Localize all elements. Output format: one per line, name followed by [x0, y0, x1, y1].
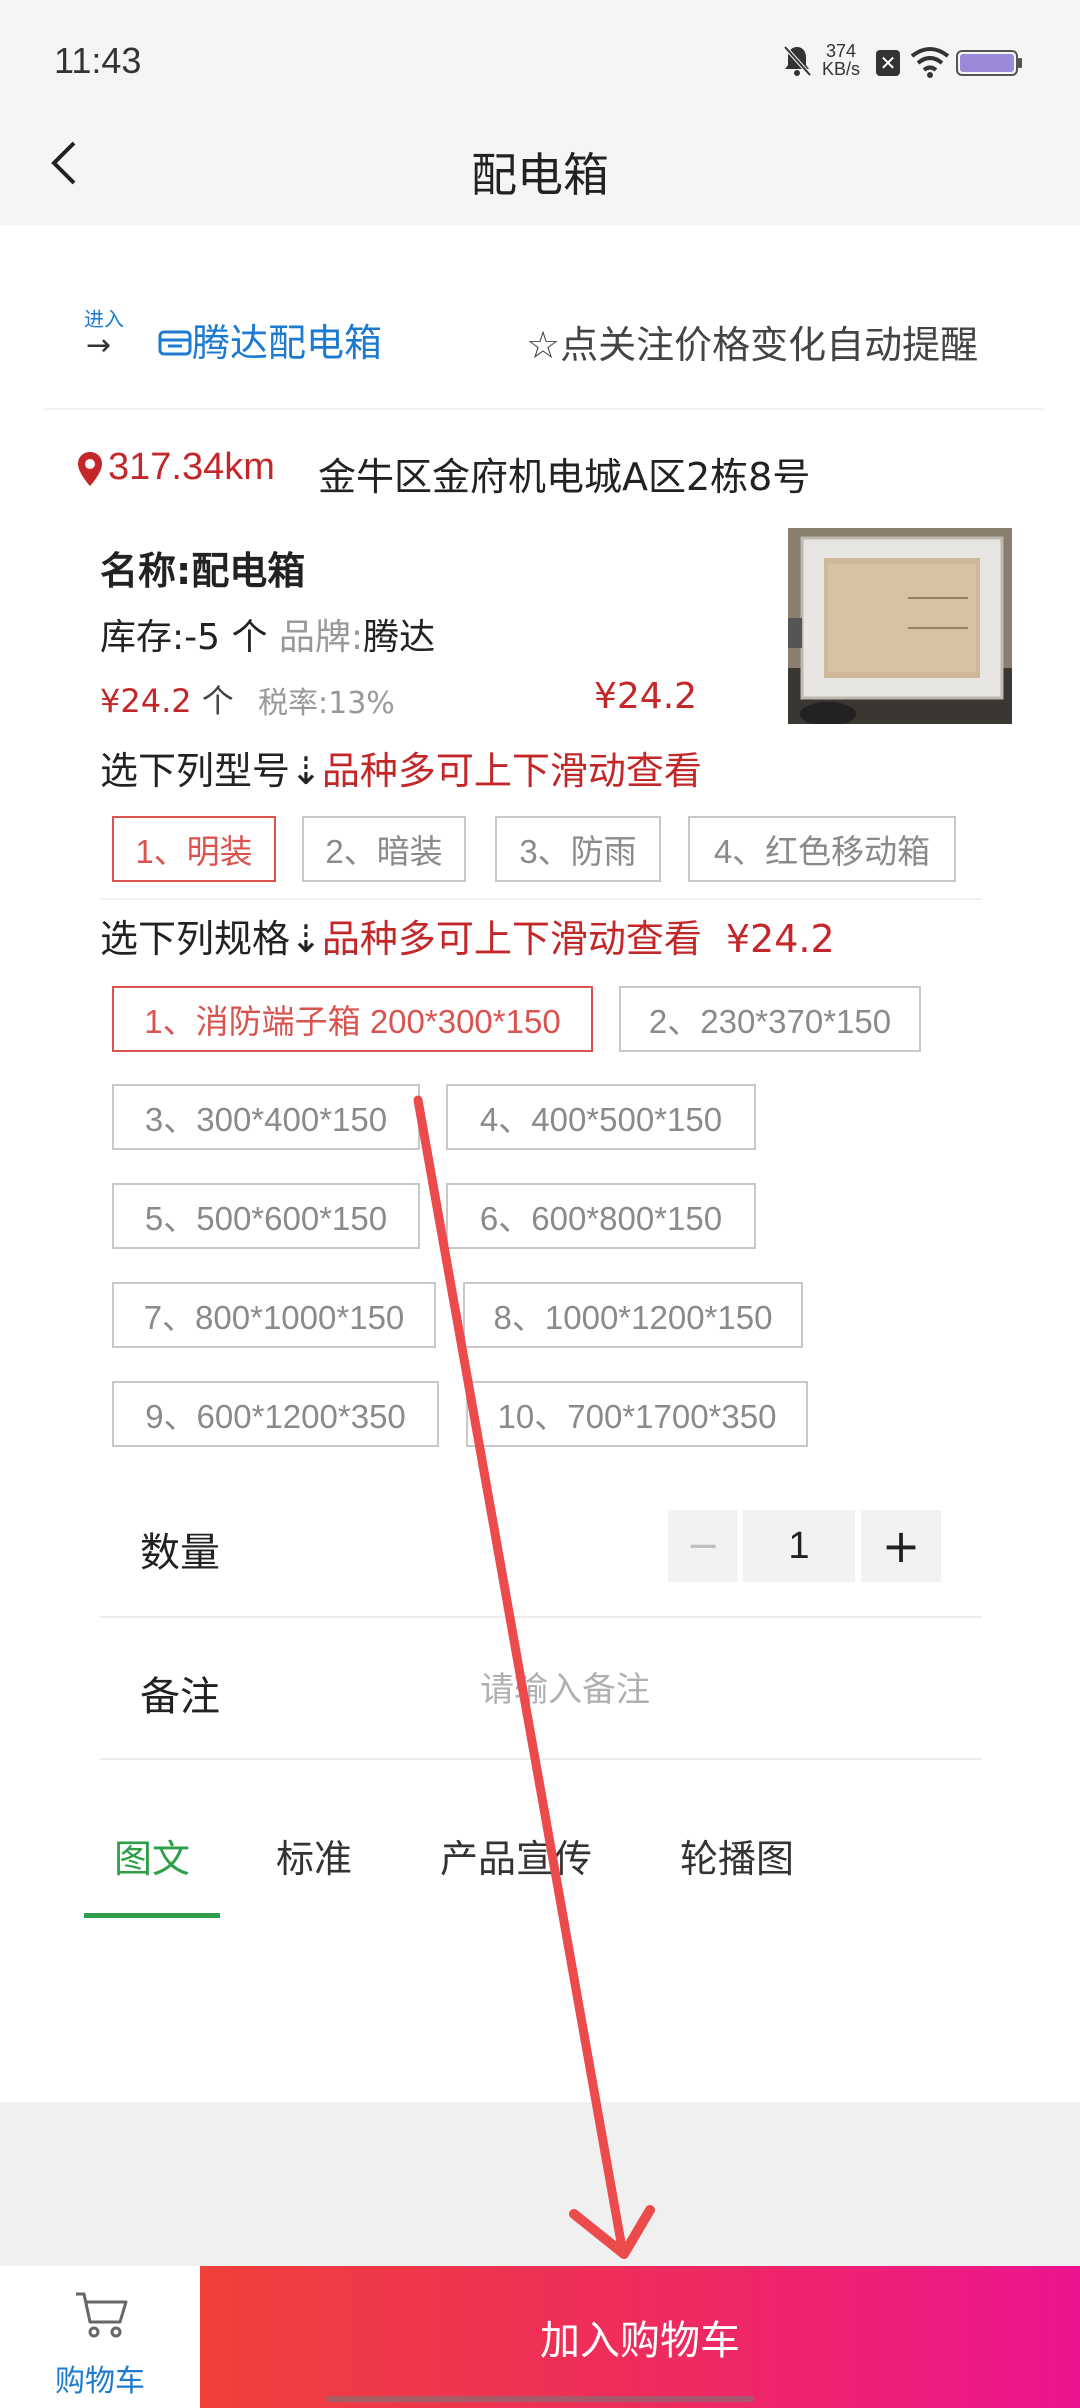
net-speed: 374 KB/s [822, 42, 860, 78]
quantity-value[interactable]: 1 [743, 1510, 855, 1582]
product-tax: 税率:13% [258, 686, 395, 721]
wifi-icon [910, 46, 950, 78]
spec-option-10[interactable]: 10、700*1700*350 [466, 1381, 808, 1447]
status-bar: 11:43 374 KB/s ✕ [0, 0, 1080, 125]
model-option-2[interactable]: 2、暗装 [302, 816, 466, 882]
spec-section-title: 选下列规格⇣品种多可上下滑动查看 ¥24.2 [100, 908, 835, 963]
spec-option-1[interactable]: 1、消防端子箱 200*300*150 [112, 986, 593, 1052]
cart-label: 购物车 [55, 2364, 145, 2399]
nav-bar: 配电箱 [0, 125, 1080, 225]
spec-option-2[interactable]: 2、230*370*150 [619, 986, 921, 1052]
model-option-3[interactable]: 3、防雨 [495, 816, 661, 882]
bottom-bar: 购物车 加入购物车 [0, 2266, 1080, 2408]
tab-standard[interactable]: 标准 [276, 1828, 352, 1883]
spec-title: 选下列规格⇣ [100, 917, 322, 961]
divider [44, 408, 1044, 410]
quantity-label: 数量 [140, 1530, 220, 1576]
spec-price: ¥24.2 [725, 917, 835, 961]
spec-option-5[interactable]: 5、500*600*150 [112, 1183, 420, 1249]
product-stock-line: 库存:-5 个 品牌:腾达 [100, 608, 435, 660]
product-stock: 库存:-5 个 [100, 617, 268, 658]
add-to-cart-button[interactable]: 加入购物车 [200, 2266, 1080, 2408]
close-notification-icon: ✕ [876, 50, 900, 76]
divider [100, 898, 982, 900]
model-option-4[interactable]: 4、红色移动箱 [688, 816, 956, 882]
status-time: 11:43 [54, 40, 142, 81]
active-tab-indicator [84, 1913, 220, 1918]
product-price: ¥24.2 [100, 682, 192, 720]
follow-price-alert[interactable]: ☆点关注价格变化自动提醒 [526, 314, 978, 369]
spec-option-9[interactable]: 9、600*1200*350 [112, 1381, 439, 1447]
store-icon [158, 323, 192, 356]
divider [100, 1758, 982, 1760]
store-name: 腾达配电箱 [192, 321, 383, 365]
tab-promotion[interactable]: 产品宣传 [440, 1828, 592, 1883]
net-speed-unit: KB/s [822, 59, 861, 79]
mute-icon [782, 44, 812, 78]
product-image[interactable] [788, 528, 1012, 724]
spec-option-4[interactable]: 4、400*500*150 [446, 1084, 756, 1150]
battery-icon [956, 48, 1024, 78]
divider [100, 1616, 982, 1618]
product-price-right: ¥24.2 [594, 676, 698, 717]
location-address[interactable]: 金牛区金府机电城A区2栋8号 [318, 446, 810, 501]
product-unit: 个 [201, 682, 234, 720]
page-title: 配电箱 [471, 148, 609, 202]
location-pin-icon [76, 450, 104, 488]
model-section-title: 选下列型号⇣品种多可上下滑动查看 [100, 740, 702, 795]
model-hint: 品种多可上下滑动查看 [321, 749, 702, 793]
cart-icon [74, 2290, 130, 2340]
cart-tab[interactable]: 购物车 [0, 2266, 200, 2408]
model-option-1[interactable]: 1、明装 [112, 816, 276, 882]
content-area [0, 2102, 1080, 2266]
spec-option-7[interactable]: 7、800*1000*150 [112, 1282, 436, 1348]
spec-hint: 品种多可上下滑动查看 [321, 917, 702, 961]
quantity-increment-button[interactable]: + [861, 1510, 941, 1582]
model-title: 选下列型号⇣ [100, 749, 322, 793]
location-distance: 317.34km [108, 446, 275, 488]
spec-option-8[interactable]: 8、1000*1200*150 [463, 1282, 803, 1348]
product-name: 名称:配电箱 [100, 549, 306, 593]
net-speed-value: 374 [825, 41, 857, 61]
spec-option-6[interactable]: 6、600*800*150 [446, 1183, 756, 1249]
product-brand-label: 品牌: [278, 617, 364, 658]
product-brand: 腾达 [363, 617, 436, 658]
spec-option-3[interactable]: 3、300*400*150 [112, 1084, 420, 1150]
tab-carousel[interactable]: 轮播图 [680, 1828, 794, 1883]
remark-input[interactable] [480, 1660, 960, 1720]
store-link[interactable]: 腾达配电箱 [158, 312, 382, 367]
tab-graphic[interactable]: 图文 [114, 1828, 190, 1883]
product-price-line: ¥24.2 个 [100, 676, 234, 722]
remark-label: 备注 [140, 1674, 220, 1720]
quantity-decrement-button[interactable]: − [668, 1510, 738, 1582]
enter-arrow-icon[interactable]: → [86, 328, 111, 363]
home-indicator[interactable] [326, 2396, 754, 2402]
